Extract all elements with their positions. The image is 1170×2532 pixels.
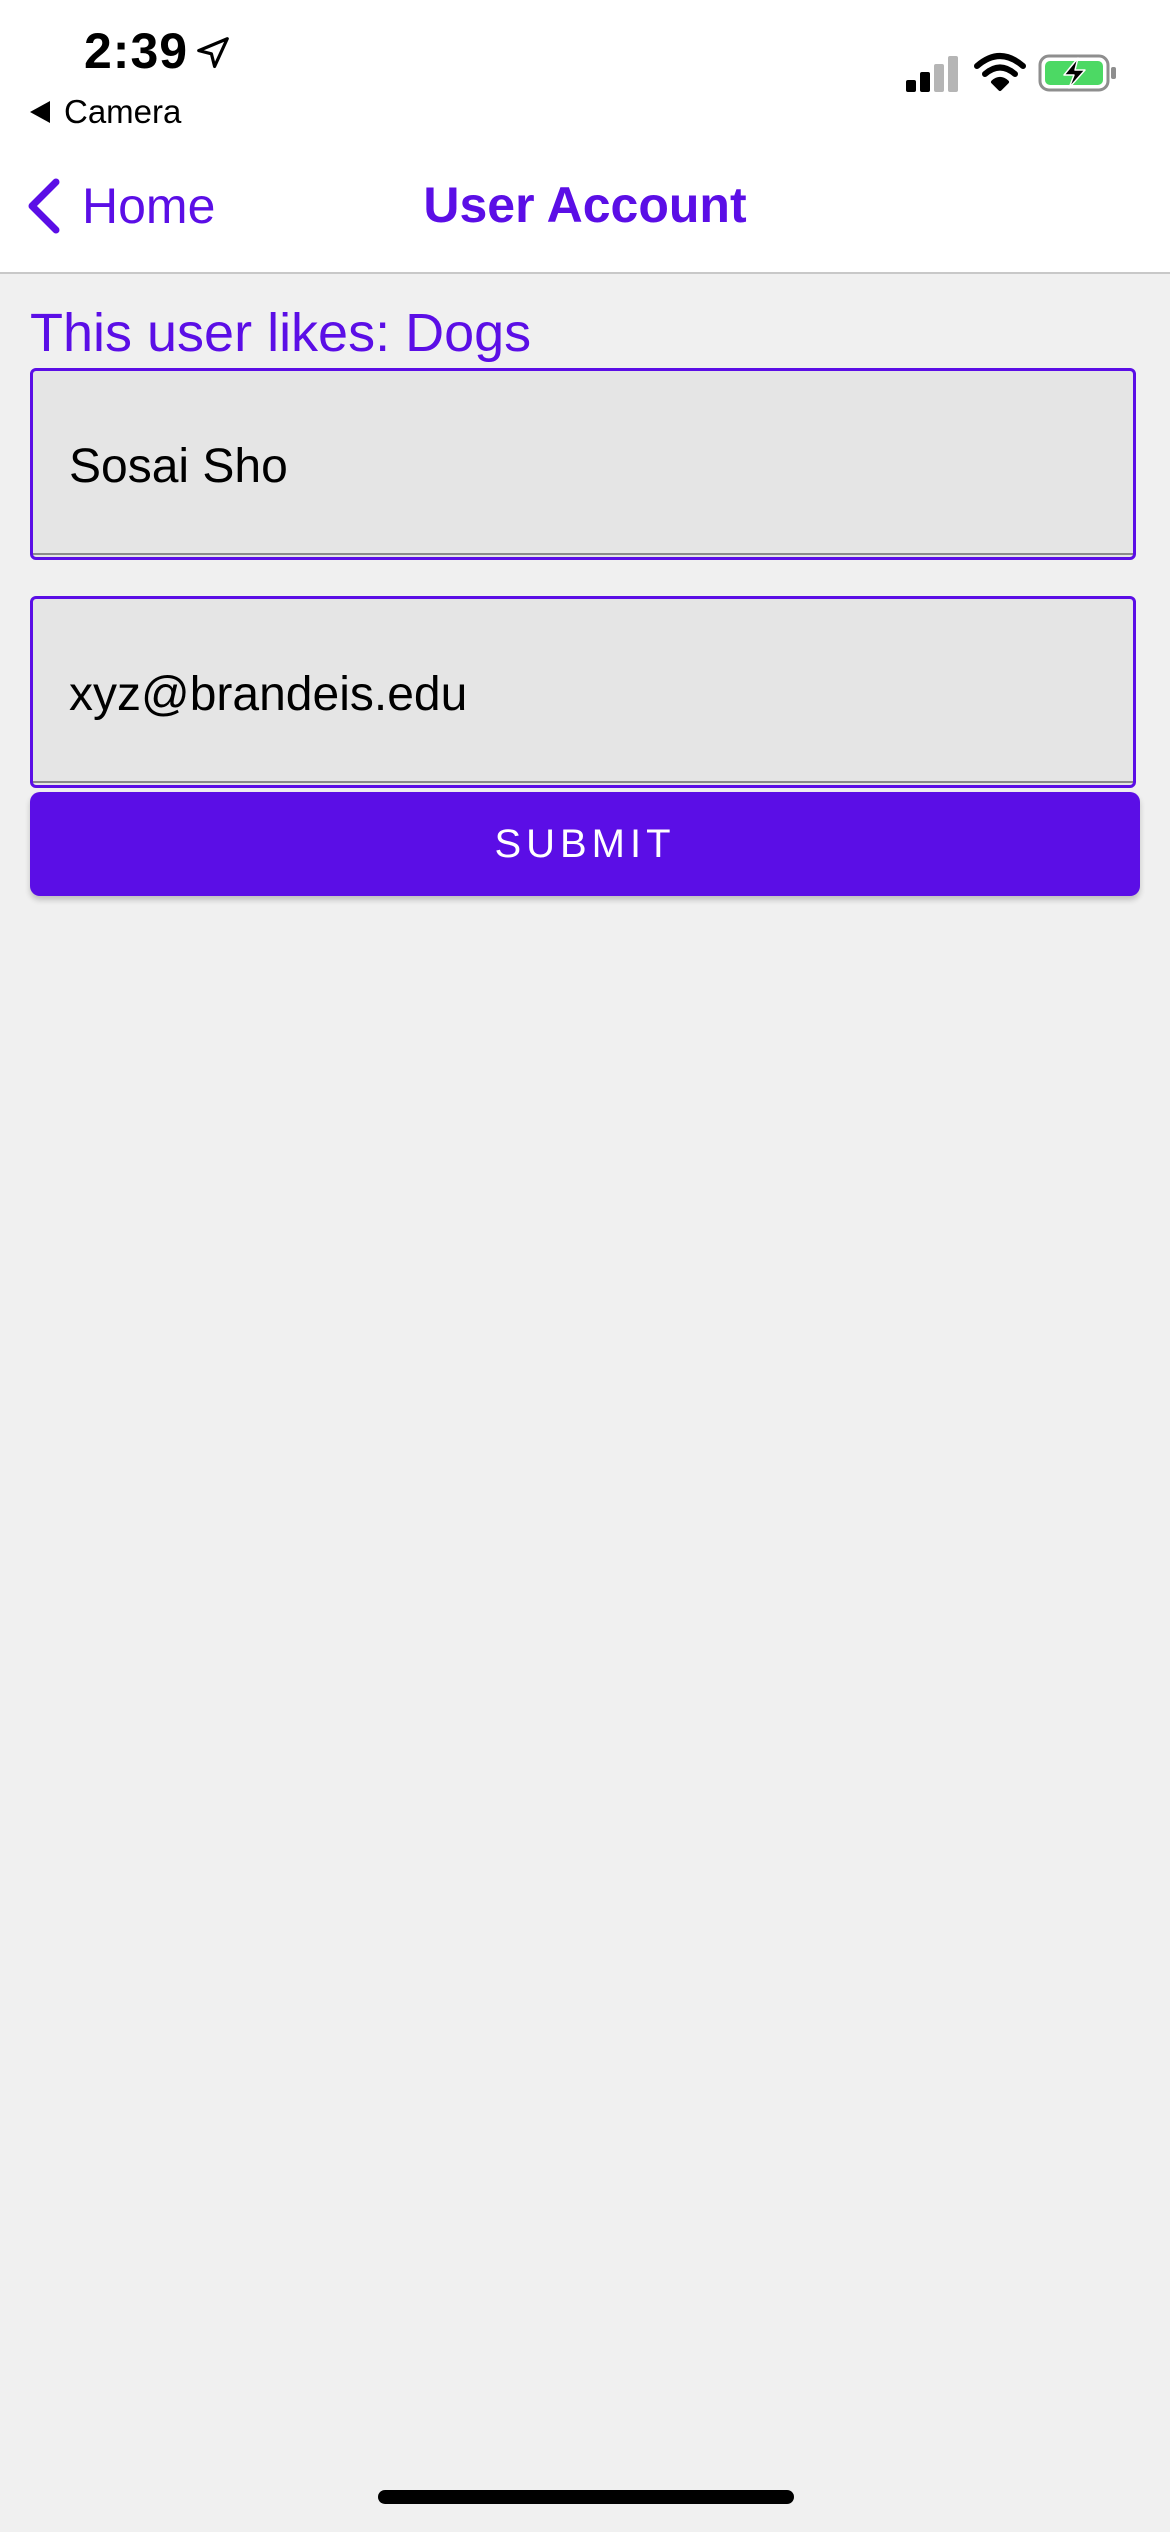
name-field[interactable]: [30, 368, 1136, 560]
navigation-bar: Home User Account: [0, 140, 1170, 274]
status-time: 2:39: [84, 23, 189, 79]
status-bar: 2:39 Camera: [0, 0, 1170, 140]
email-field[interactable]: [30, 596, 1136, 788]
battery-charging-icon: [1038, 54, 1116, 92]
name-field-underline: [33, 553, 1133, 555]
submit-button[interactable]: SUBMIT: [30, 792, 1140, 896]
home-indicator: [378, 2490, 794, 2504]
page-title: User Account: [423, 177, 747, 233]
email-field-underline: [33, 781, 1133, 783]
email-input[interactable]: [69, 659, 1069, 729]
back-to-camera-button[interactable]: Camera: [30, 92, 181, 132]
name-input[interactable]: [69, 431, 1069, 501]
cellular-signal-icon: [906, 56, 958, 92]
back-app-label: Camera: [64, 93, 182, 130]
user-likes-text: This user likes: Dogs: [30, 303, 532, 363]
back-triangle-icon: [30, 101, 50, 123]
location-arrow-icon: [197, 37, 229, 69]
wifi-icon: [974, 53, 1026, 91]
